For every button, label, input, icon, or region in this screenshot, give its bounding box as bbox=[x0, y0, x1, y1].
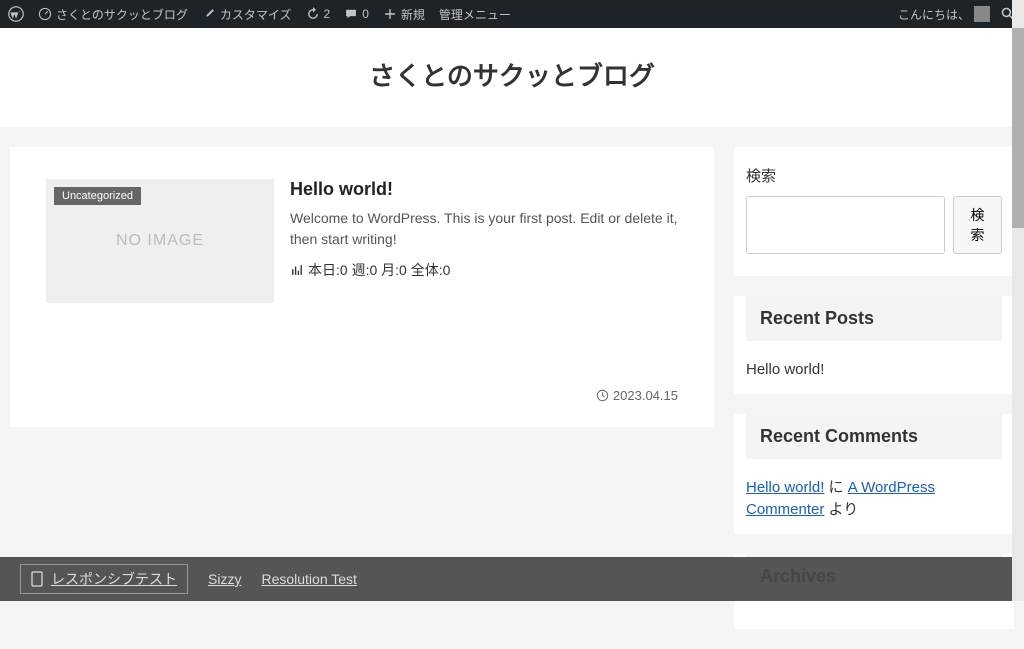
recent-comments-widget: Recent Comments Hello world! に A WordPre… bbox=[734, 414, 1014, 534]
post-excerpt: Welcome to WordPress. This is your first… bbox=[290, 208, 678, 250]
avatar bbox=[974, 6, 990, 22]
new-text: 新規 bbox=[401, 6, 425, 23]
dashboard-icon bbox=[38, 7, 52, 21]
post-card[interactable]: Uncategorized NO IMAGE Hello world! Welc… bbox=[10, 147, 714, 427]
recent-comments-title: Recent Comments bbox=[746, 414, 1002, 459]
chart-icon bbox=[290, 263, 304, 277]
date-text: 2023.04.15 bbox=[613, 388, 678, 403]
comments-count: 0 bbox=[362, 7, 369, 21]
comments-link[interactable]: 0 bbox=[344, 7, 369, 21]
greeting-link[interactable]: こんにちは、 bbox=[898, 6, 990, 23]
site-header: さくとのサクッとブログ bbox=[0, 28, 1024, 127]
site-name-text: さくとのサクッとブログ bbox=[56, 6, 188, 23]
search-label: 検索 bbox=[734, 147, 1014, 196]
search-row: 検索 bbox=[734, 196, 1014, 264]
admin-menu-text: 管理メニュー bbox=[439, 6, 511, 23]
admin-bar-right: こんにちは、 bbox=[898, 6, 1016, 23]
post-thumbnail: Uncategorized NO IMAGE bbox=[46, 179, 274, 303]
page-title[interactable]: さくとのサクッとブログ bbox=[0, 56, 1024, 93]
recent-posts-body: Hello world! bbox=[734, 359, 1014, 382]
responsive-test-bar: レスポンシブテスト Sizzy Resolution Test bbox=[0, 557, 1012, 601]
recent-post-item[interactable]: Hello world! bbox=[746, 359, 1002, 382]
updates-count: 2 bbox=[324, 7, 331, 21]
customize-link[interactable]: カスタマイズ bbox=[202, 6, 292, 23]
new-link[interactable]: 新規 bbox=[383, 6, 425, 23]
comment-post-link[interactable]: Hello world! bbox=[746, 479, 824, 496]
comment-suffix: より bbox=[824, 501, 858, 518]
plus-icon bbox=[383, 7, 397, 21]
sizzy-link[interactable]: Sizzy bbox=[208, 571, 241, 587]
device-icon bbox=[31, 571, 43, 587]
stats-text: 本日:0 週:0 月:0 全体:0 bbox=[308, 260, 450, 280]
recent-posts-title: Recent Posts bbox=[746, 296, 1002, 341]
no-image-text: NO IMAGE bbox=[116, 232, 204, 250]
admin-menu-link[interactable]: 管理メニュー bbox=[439, 6, 511, 23]
search-button[interactable]: 検索 bbox=[953, 196, 1002, 254]
post-stats: 本日:0 週:0 月:0 全体:0 bbox=[290, 260, 678, 280]
category-badge[interactable]: Uncategorized bbox=[54, 187, 141, 205]
update-icon bbox=[306, 7, 320, 21]
customize-text: カスタマイズ bbox=[220, 6, 292, 23]
scrollbar[interactable] bbox=[1012, 0, 1024, 601]
greeting-text: こんにちは、 bbox=[898, 6, 970, 23]
resolution-test-link[interactable]: Resolution Test bbox=[261, 571, 356, 587]
admin-bar-left: さくとのサクッとブログ カスタマイズ 2 0 新規 管理メニュー bbox=[8, 6, 511, 23]
post-content: Hello world! Welcome to WordPress. This … bbox=[290, 179, 678, 303]
search-input[interactable] bbox=[746, 196, 945, 254]
post-title[interactable]: Hello world! bbox=[290, 179, 678, 200]
brush-icon bbox=[202, 7, 216, 21]
wordpress-icon bbox=[8, 6, 24, 22]
comment-connector: に bbox=[824, 479, 847, 496]
clock-icon bbox=[596, 389, 609, 402]
site-name-link[interactable]: さくとのサクッとブログ bbox=[38, 6, 188, 23]
updates-link[interactable]: 2 bbox=[306, 7, 331, 21]
search-widget: 検索 検索 bbox=[734, 147, 1014, 276]
post-date: 2023.04.15 bbox=[46, 388, 678, 403]
recent-posts-widget: Recent Posts Hello world! bbox=[734, 296, 1014, 394]
wp-logo[interactable] bbox=[8, 6, 24, 22]
responsive-text: レスポンシブテスト bbox=[51, 569, 177, 589]
comment-icon bbox=[344, 7, 358, 21]
responsive-test-label[interactable]: レスポンシブテスト bbox=[20, 564, 188, 594]
scrollbar-thumb[interactable] bbox=[1012, 28, 1024, 228]
wp-admin-bar: さくとのサクッとブログ カスタマイズ 2 0 新規 管理メニュー こんにちは、 bbox=[0, 0, 1024, 28]
recent-comments-body: Hello world! に A WordPress Commenter より bbox=[734, 477, 1014, 522]
post-body: Uncategorized NO IMAGE Hello world! Welc… bbox=[46, 179, 678, 303]
